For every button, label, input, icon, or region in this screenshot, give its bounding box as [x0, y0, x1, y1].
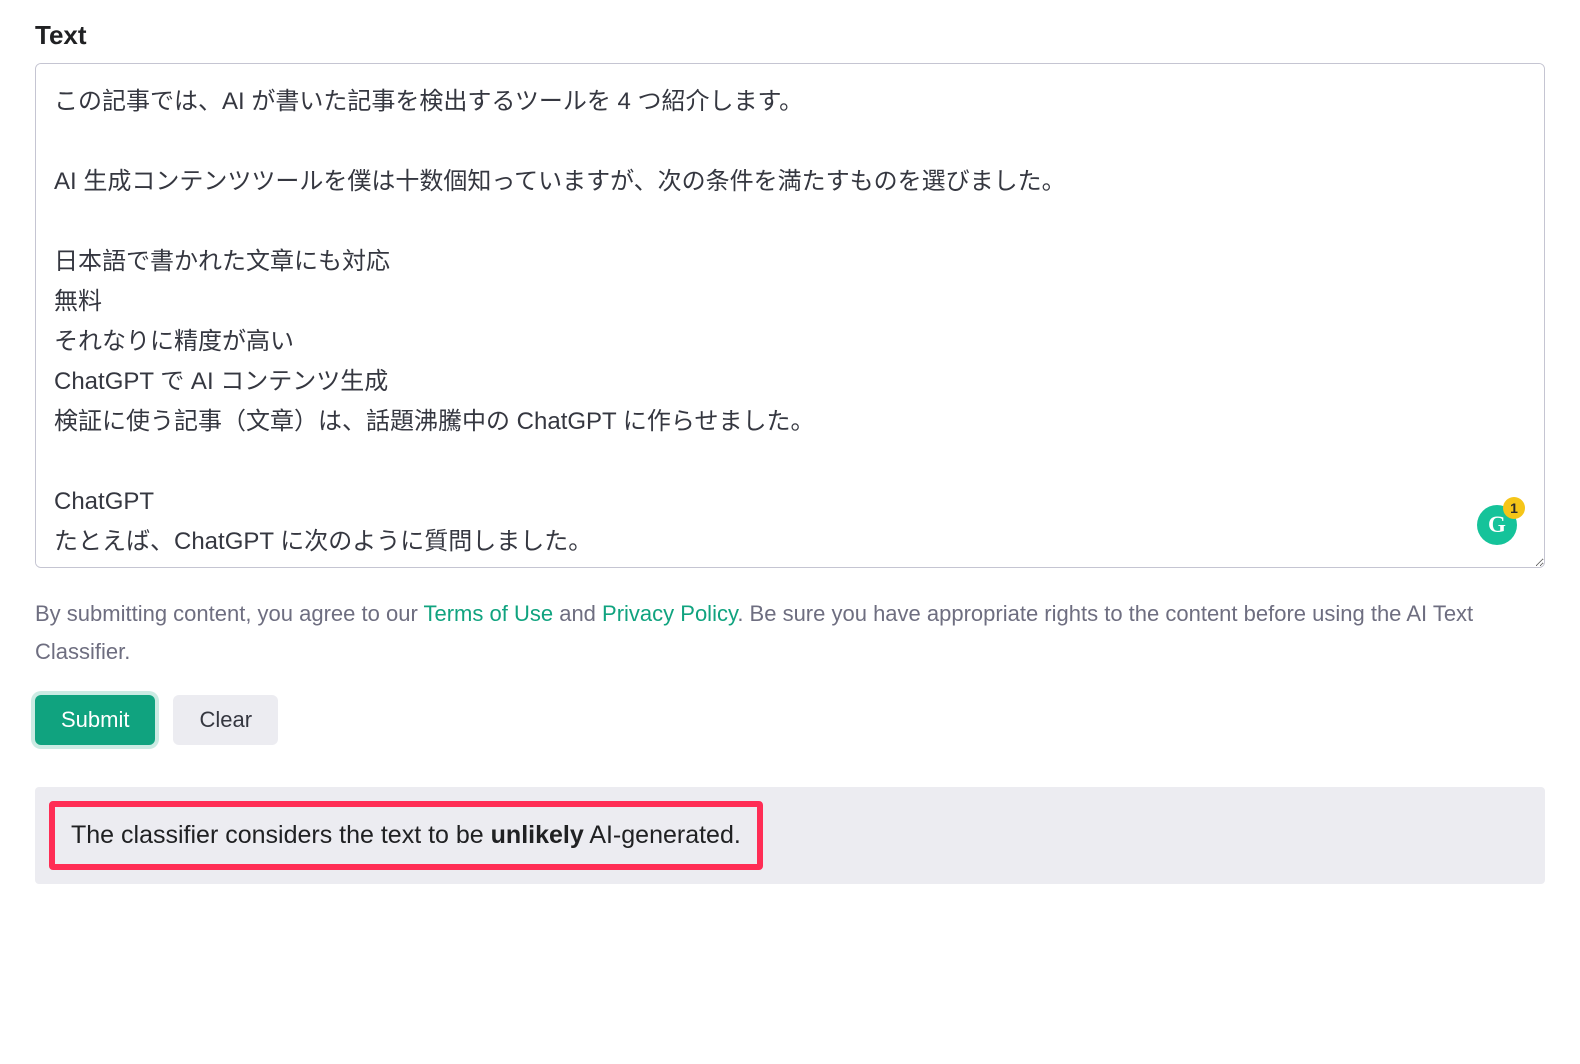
- result-panel: The classifier considers the text to be …: [35, 787, 1545, 884]
- submit-button[interactable]: Submit: [35, 695, 155, 745]
- disclaimer-prefix: By submitting content, you agree to our: [35, 601, 424, 626]
- text-field-label: Text: [35, 20, 1545, 51]
- disclaimer-text: By submitting content, you agree to our …: [35, 595, 1545, 671]
- result-verdict: unlikely: [491, 821, 584, 849]
- grammarly-g-glyph: G: [1488, 512, 1506, 538]
- button-row: Submit Clear: [35, 695, 1545, 745]
- result-text: The classifier considers the text to be …: [71, 821, 741, 849]
- clear-button[interactable]: Clear: [173, 695, 278, 745]
- text-input[interactable]: [35, 63, 1545, 568]
- textarea-wrapper: G 1: [35, 63, 1545, 573]
- privacy-policy-link[interactable]: Privacy Policy: [602, 601, 737, 626]
- grammarly-badge[interactable]: G 1: [1477, 505, 1517, 545]
- result-prefix: The classifier considers the text to be: [71, 821, 491, 849]
- grammarly-count-badge: 1: [1503, 497, 1525, 519]
- disclaimer-middle: and: [553, 601, 602, 626]
- terms-of-use-link[interactable]: Terms of Use: [424, 601, 554, 626]
- result-suffix: AI-generated.: [584, 821, 741, 849]
- result-highlight-box: The classifier considers the text to be …: [49, 801, 763, 870]
